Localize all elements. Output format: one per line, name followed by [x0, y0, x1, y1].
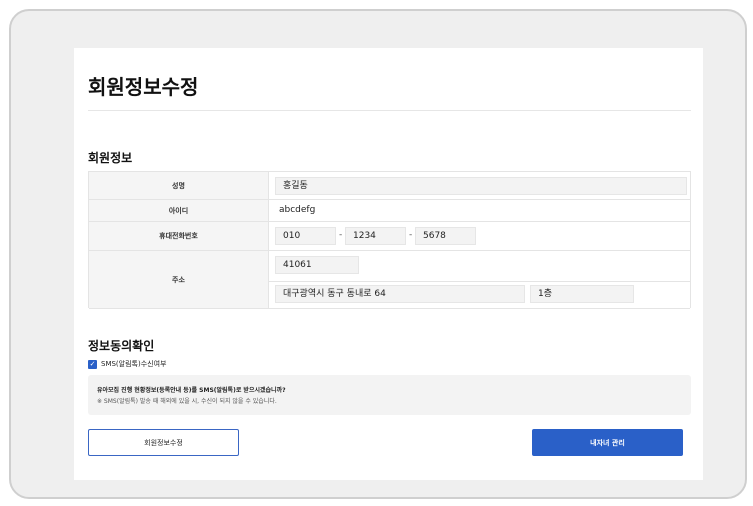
sms-consent-row[interactable]: ✓ SMS(알림톡)수신여부 — [88, 359, 166, 369]
id-row: 아이디 abcdefg — [89, 200, 690, 222]
name-label: 성명 — [89, 172, 269, 199]
notice-question: 유아모집 진행 현황정보(등록안내 등)를 SMS(알림톡)로 받으시겠습니까? — [97, 387, 286, 394]
edit-member-button[interactable]: 회원정보수정 — [88, 429, 239, 456]
phone-field-2[interactable]: 1234 — [345, 227, 406, 245]
address-divider — [269, 281, 690, 282]
address-label: 주소 — [89, 251, 269, 308]
address-main-field[interactable]: 대구광역시 동구 동내로 64 — [275, 285, 525, 303]
consent-heading: 정보동의확인 — [88, 339, 155, 353]
check-icon: ✓ — [89, 359, 96, 368]
address-detail-field[interactable]: 1층 — [530, 285, 634, 303]
zipcode-field[interactable]: 41061 — [275, 256, 359, 274]
name-row: 성명 홍길동 — [89, 172, 690, 200]
title-divider — [88, 110, 691, 111]
phone-separator-1: - — [339, 230, 343, 240]
member-info-table: 성명 홍길동 아이디 abcdefg 휴대전화번호 010 - 1234 - 5… — [88, 171, 691, 309]
phone-field-3[interactable]: 5678 — [415, 227, 476, 245]
sms-consent-label: SMS(알림톡)수신여부 — [101, 360, 167, 368]
device-frame: 회원정보수정 회원정보 성명 홍길동 아이디 abcdefg 휴대전화번호 01… — [9, 9, 747, 499]
address-row: 주소 41061 대구광역시 동구 동내로 64 1층 — [89, 251, 690, 309]
sms-notice-box: 유아모집 진행 현황정보(등록안내 등)를 SMS(알림톡)로 받으시겠습니까?… — [88, 375, 691, 415]
id-label: 아이디 — [89, 200, 269, 221]
phone-label: 휴대전화번호 — [89, 222, 269, 250]
manage-children-button[interactable]: 내자녀 관리 — [532, 429, 683, 456]
id-value: abcdefg — [279, 205, 316, 215]
phone-separator-2: - — [409, 230, 413, 240]
notice-note: ※ SMS(알림톡) 발송 때 해외에 있을 시, 수신이 되지 않을 수 있습… — [97, 398, 277, 405]
content-panel: 회원정보수정 회원정보 성명 홍길동 아이디 abcdefg 휴대전화번호 01… — [74, 48, 703, 480]
member-info-heading: 회원정보 — [88, 151, 133, 165]
name-field[interactable]: 홍길동 — [275, 177, 687, 195]
page-title: 회원정보수정 — [88, 75, 199, 99]
phone-field-1[interactable]: 010 — [275, 227, 336, 245]
sms-consent-checkbox[interactable]: ✓ — [88, 359, 97, 369]
phone-row: 휴대전화번호 010 - 1234 - 5678 — [89, 222, 690, 251]
